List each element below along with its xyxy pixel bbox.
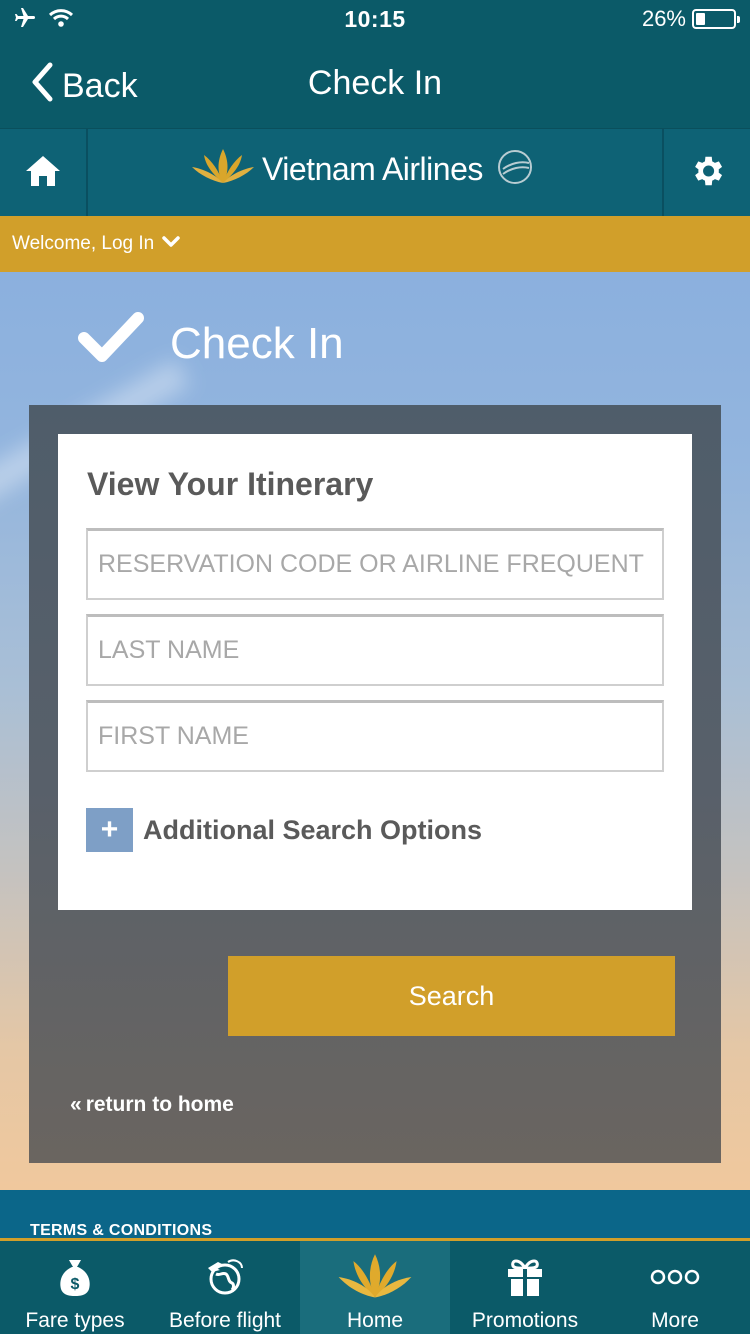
tab-more[interactable]: More [600, 1241, 750, 1334]
return-to-home-link[interactable]: « return to home [70, 1093, 234, 1117]
money-bag-icon: $ [0, 1255, 150, 1299]
reservation-code-input[interactable] [86, 528, 664, 600]
footer-strip: TERMS & CONDITIONS [0, 1190, 750, 1238]
battery-icon [692, 9, 740, 29]
additional-search-options-label: Additional Search Options [143, 814, 483, 845]
status-time: 10:15 [344, 6, 406, 32]
tab-label-more: More [651, 1309, 699, 1332]
svg-text:$: $ [71, 1276, 80, 1293]
tab-label-before-flight: Before flight [168, 1309, 282, 1332]
lotus-icon [300, 1254, 450, 1299]
more-dots-icon [600, 1255, 750, 1299]
nav-bar: Back Check In [0, 40, 750, 128]
welcome-label: Welcome, Log In [12, 233, 155, 254]
brand-bar: Vietnam Airlines [0, 128, 750, 217]
battery-level [696, 13, 705, 25]
plus-icon: + [86, 808, 133, 852]
tab-label-home: Home [346, 1309, 404, 1332]
tab-bar: $ Fare types Before flight Home Promotio… [0, 1238, 750, 1334]
status-right: 26% [641, 6, 740, 32]
first-name-input[interactable] [86, 700, 664, 772]
nav-title: Check In [307, 64, 443, 102]
tab-label-fare-types: Fare types [25, 1309, 125, 1332]
form-title: View Your Itinerary [87, 466, 374, 502]
tab-before-flight[interactable]: Before flight [150, 1241, 300, 1334]
last-name-input[interactable] [86, 614, 664, 686]
chevron-down-icon [162, 233, 180, 255]
tab-promotions[interactable]: Promotions [450, 1241, 600, 1334]
checkmark-icon [78, 312, 144, 375]
home-button[interactable] [0, 129, 88, 217]
logo-text: Vietnam Airlines [262, 151, 483, 187]
battery-percent: 26% [641, 6, 686, 31]
lotus-logo-icon [190, 145, 256, 194]
page-title: Check In [170, 318, 344, 368]
settings-button[interactable] [662, 129, 750, 217]
tab-fare-types[interactable]: $ Fare types [0, 1241, 150, 1334]
double-chevron-left-icon: « [70, 1093, 82, 1116]
gift-icon [450, 1255, 600, 1299]
search-button[interactable]: Search [228, 956, 675, 1036]
page-heading: Check In [78, 312, 344, 375]
terms-conditions-link[interactable]: TERMS & CONDITIONS [30, 1222, 212, 1238]
home-icon [24, 154, 62, 193]
skyteam-icon [495, 147, 535, 192]
gear-icon [688, 152, 726, 195]
return-to-home-label: return to home [85, 1093, 234, 1116]
status-bar: 10:15 26% [0, 0, 750, 40]
itinerary-form: View Your Itinerary + Additional Search … [58, 434, 692, 910]
vietnam-airlines-logo: Vietnam Airlines [190, 145, 535, 194]
tab-label-promotions: Promotions [471, 1309, 579, 1332]
welcome-login-toggle[interactable]: Welcome, Log In [0, 216, 750, 272]
additional-search-options-toggle[interactable]: + Additional Search Options [86, 808, 482, 852]
tab-home[interactable]: Home [300, 1241, 450, 1334]
globe-plane-icon [150, 1255, 300, 1299]
